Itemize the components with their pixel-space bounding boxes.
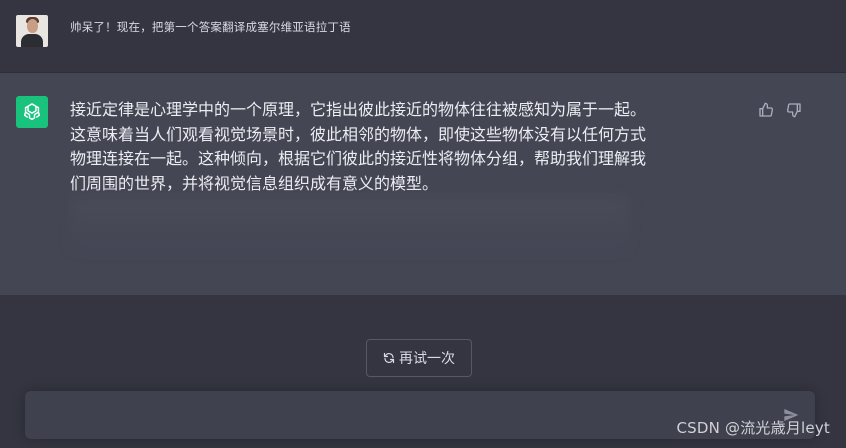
regenerate-button[interactable]: 再试一次 (366, 339, 472, 377)
thumbs-down-icon[interactable] (785, 101, 803, 119)
chat-page: 帅呆了！现在，把第一个答案翻译成塞尔维亚语拉丁语 接近定律是心理学中的一个原理，… (0, 0, 846, 448)
blurred-content (70, 197, 630, 257)
user-avatar (16, 15, 48, 47)
answer-line: 这意味着当人们观看视觉场景时，彼此相邻的物体，即使这些物体没有以任何方式 (70, 124, 647, 144)
regenerate-label: 再试一次 (399, 351, 455, 367)
assistant-message-row: 接近定律是心理学中的一个原理，它指出彼此接近的物体往往被感知为属于一起。 这意味… (0, 73, 846, 295)
thumbs-up-icon[interactable] (757, 101, 775, 119)
user-message-text: 帅呆了！现在，把第一个答案翻译成塞尔维亚语拉丁语 (70, 20, 351, 34)
openai-logo-icon (16, 96, 48, 128)
answer-line: 们周围的世界，并将视觉信息组织成有意义的模型。 (70, 173, 439, 193)
user-message-row: 帅呆了！现在，把第一个答案翻译成塞尔维亚语拉丁语 (0, 0, 846, 73)
watermark: CSDN @流光歳月leyt (676, 419, 830, 437)
refresh-icon (383, 352, 395, 364)
message-input[interactable] (39, 401, 763, 431)
answer-line: 接近定律是心理学中的一个原理，它指出彼此接近的物体往往被感知为属于一起。 (70, 100, 647, 119)
answer-line: 物理连接在一起。这种倾向，根据它们彼此的接近性将物体分组，帮助我们理解我 (70, 149, 647, 168)
assistant-answer: 接近定律是心理学中的一个原理，它指出彼此接近的物体往往被感知为属于一起。 这意味… (70, 98, 730, 196)
